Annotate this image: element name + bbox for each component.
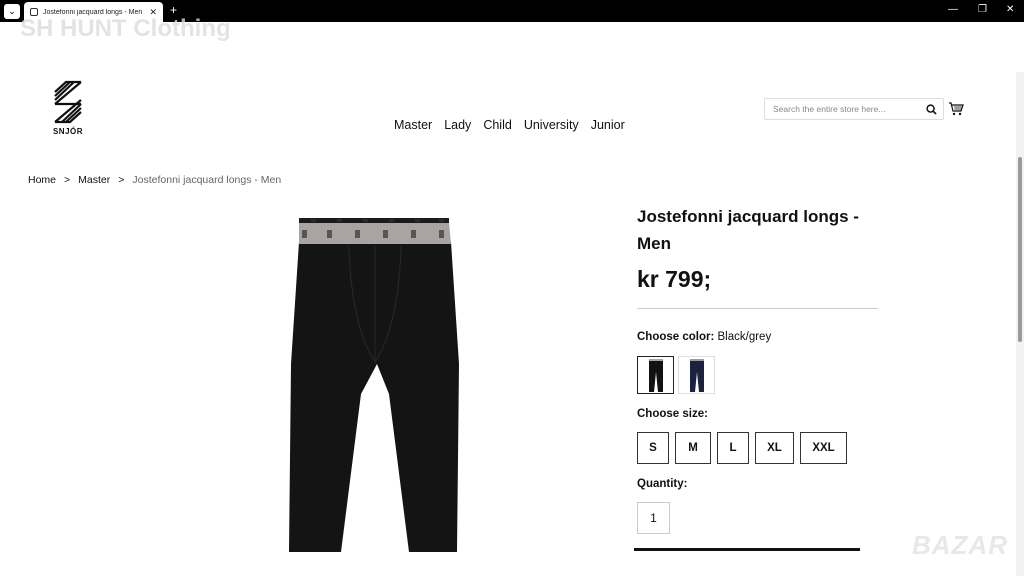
search-input[interactable] xyxy=(773,104,926,114)
size-button-l[interactable]: L xyxy=(717,432,749,464)
nav-item-master[interactable]: Master xyxy=(394,118,432,132)
navy-pants-thumbnail xyxy=(689,359,704,392)
bazar-watermark: BAZAR xyxy=(912,530,1008,560)
nav-item-university[interactable]: University xyxy=(524,118,579,132)
size-label: Choose size: xyxy=(637,408,708,420)
nav-item-junior[interactable]: Junior xyxy=(591,118,625,132)
minimize-icon[interactable]: — xyxy=(948,4,958,15)
size-button-m[interactable]: M xyxy=(675,432,711,464)
window-close-icon[interactable]: ✕ xyxy=(1006,4,1014,15)
scrollbar-thumb[interactable] xyxy=(1018,157,1022,342)
cart-icon[interactable] xyxy=(948,101,964,116)
divider xyxy=(637,308,878,309)
brand-logo[interactable]: SNJÓR xyxy=(48,80,88,140)
main-nav: Master Lady Child University Junior xyxy=(394,118,625,132)
add-to-cart-button[interactable] xyxy=(634,548,860,551)
breadcrumb: Home > Master > Jostefonni jacquard long… xyxy=(28,174,281,186)
product-price: kr 799; xyxy=(637,266,712,292)
search-icon[interactable] xyxy=(926,103,937,115)
breadcrumb-current: Jostefonni jacquard longs - Men xyxy=(132,174,282,186)
snjor-logo-icon xyxy=(54,80,82,124)
restore-icon[interactable]: ❐ xyxy=(978,4,987,15)
black-pants-thumbnail xyxy=(648,359,663,392)
breadcrumb-separator: > xyxy=(118,174,125,186)
color-swatch-navy[interactable] xyxy=(678,356,715,394)
color-swatch-black[interactable] xyxy=(637,356,674,394)
size-button-s[interactable]: S xyxy=(637,432,669,464)
breadcrumb-category[interactable]: Master xyxy=(78,174,110,186)
nav-item-lady[interactable]: Lady xyxy=(444,118,471,132)
selected-color: Black/grey xyxy=(717,331,772,343)
size-options: S M L XL XXL xyxy=(637,432,847,464)
logo-text: SNJÓR xyxy=(52,127,84,136)
product-title: Jostefonni jacquard longs - Men xyxy=(637,207,859,253)
color-label: Choose color: Black/grey xyxy=(637,331,771,343)
scrollbar[interactable] xyxy=(1016,72,1024,576)
quantity-label: Quantity: xyxy=(637,478,688,490)
watermark-text: SH HUNT Clothing xyxy=(20,15,231,42)
search-box xyxy=(764,98,944,120)
color-label-text: Choose color: xyxy=(637,331,715,343)
quantity-input[interactable] xyxy=(637,502,670,534)
breadcrumb-separator: > xyxy=(64,174,71,186)
nav-item-child[interactable]: Child xyxy=(483,118,512,132)
color-swatches xyxy=(637,356,715,394)
tab-list-icon[interactable]: ⌄ xyxy=(4,4,20,19)
breadcrumb-home[interactable]: Home xyxy=(28,174,56,186)
product-image[interactable] xyxy=(289,214,461,552)
size-button-xl[interactable]: XL xyxy=(755,432,794,464)
size-button-xxl[interactable]: XXL xyxy=(800,432,847,464)
